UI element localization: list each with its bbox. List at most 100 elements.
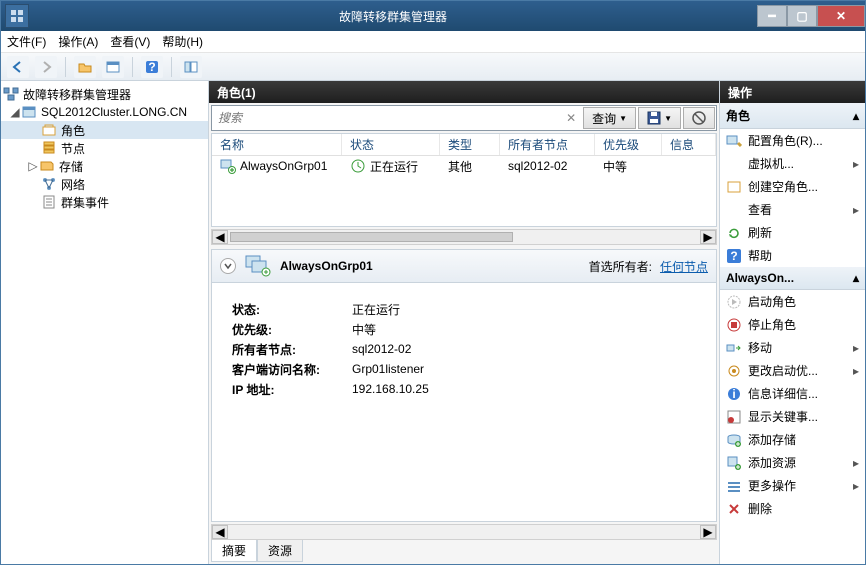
col-info[interactable]: 信息 (662, 134, 716, 155)
action-show-critical[interactable]: 显示关键事... (720, 405, 865, 428)
pref-owner-link[interactable]: 任何节点 (660, 258, 708, 275)
role-icon (220, 158, 236, 174)
tree-cluster-label: SQL2012Cluster.LONG.CN (41, 105, 187, 119)
tree-nodes[interactable]: 节点 (1, 139, 208, 157)
maximize-button[interactable]: ▢ (787, 5, 817, 27)
col-type[interactable]: 类型 (440, 134, 500, 155)
add-storage-icon (726, 432, 742, 448)
folder-up-button[interactable] (74, 56, 96, 78)
query-button[interactable]: 查询▼ (583, 107, 636, 129)
action-configure-role[interactable]: 配置角色(R)... (720, 129, 865, 152)
tree-network[interactable]: 网络 (1, 175, 208, 193)
tree-events[interactable]: 群集事件 (1, 193, 208, 211)
tree-roles[interactable]: 角色 (1, 121, 208, 139)
cluster-icon (21, 104, 37, 120)
gear-icon (726, 363, 742, 379)
h-scrollbar[interactable]: ◀▶ (211, 229, 717, 245)
col-status[interactable]: 状态 (342, 134, 440, 155)
d-priority-v: 中等 (352, 321, 376, 338)
d-ip-v: 192.168.10.25 (352, 382, 429, 396)
search-input[interactable] (212, 111, 560, 125)
d-priority-l: 优先级: (232, 321, 352, 338)
expand-icon[interactable]: ◢ (9, 105, 21, 119)
actions-header: 操作 (720, 81, 865, 103)
col-priority[interactable]: 优先级 (595, 134, 662, 155)
tree-root-label: 故障转移群集管理器 (23, 86, 131, 103)
menu-help[interactable]: 帮助(H) (162, 33, 203, 50)
col-owner[interactable]: 所有者节点 (500, 134, 595, 155)
action-add-resource[interactable]: 添加资源▸ (720, 451, 865, 474)
tree-storage[interactable]: ▷ 存储 (1, 157, 208, 175)
status-running-icon (350, 158, 366, 174)
tree-events-label: 群集事件 (61, 194, 109, 211)
action-refresh[interactable]: 刷新 (720, 221, 865, 244)
collapse-icon[interactable]: ▴ (853, 271, 859, 285)
tree-nodes-label: 节点 (61, 140, 85, 157)
menu-action[interactable]: 操作(A) (58, 33, 98, 50)
cell-owner: sql2012-02 (500, 159, 595, 173)
cell-type: 其他 (440, 158, 500, 175)
tree-root[interactable]: 故障转移群集管理器 (1, 85, 208, 103)
window-title: 故障转移群集管理器 (29, 8, 757, 25)
expand-icon[interactable]: ▷ (27, 159, 39, 173)
cell-priority: 中等 (595, 158, 662, 175)
action-help[interactable]: ?帮助 (720, 244, 865, 267)
start-icon (726, 294, 742, 310)
storage-icon (39, 158, 55, 174)
action-stop-role[interactable]: 停止角色 (720, 313, 865, 336)
save-button[interactable]: ▼ (638, 107, 681, 129)
help-button[interactable]: ? (141, 56, 163, 78)
add-resource-icon (726, 455, 742, 471)
action-create-empty[interactable]: 创建空角色... (720, 175, 865, 198)
separator (65, 57, 66, 77)
menu-view[interactable]: 查看(V) (110, 33, 150, 50)
svg-text:?: ? (730, 249, 737, 263)
move-icon (726, 340, 742, 356)
action-move[interactable]: 移动▸ (720, 336, 865, 359)
tree-cluster[interactable]: ◢ SQL2012Cluster.LONG.CN (1, 103, 208, 121)
h-scrollbar-2[interactable]: ◀▶ (211, 524, 717, 540)
vm-icon (726, 156, 742, 172)
separator (132, 57, 133, 77)
app-icon (5, 4, 29, 28)
close-button[interactable]: ✕ (817, 5, 865, 27)
col-name[interactable]: 名称 (212, 134, 342, 155)
nav-back-button[interactable] (7, 56, 29, 78)
tab-summary[interactable]: 摘要 (211, 540, 257, 562)
clear-button[interactable] (683, 107, 715, 129)
tab-resource[interactable]: 资源 (257, 540, 303, 562)
events-icon (41, 194, 57, 210)
tree-storage-label: 存储 (59, 158, 83, 175)
action-start-role[interactable]: 启动角色 (720, 290, 865, 313)
svg-text:?: ? (148, 60, 155, 74)
view-mode-button[interactable] (180, 56, 202, 78)
critical-icon (726, 409, 742, 425)
action-more-ops[interactable]: 更多操作▸ (720, 474, 865, 497)
d-status-v: 正在运行 (352, 301, 400, 318)
table-row[interactable]: AlwaysOnGrp01 正在运行 其他 sql2012-02 中等 (212, 156, 716, 176)
action-vm[interactable]: 虚拟机...▸ (720, 152, 865, 175)
tree-roles-label: 角色 (61, 122, 85, 139)
menu-file[interactable]: 文件(F) (7, 33, 46, 50)
network-icon (41, 176, 57, 192)
properties-button[interactable] (102, 56, 124, 78)
action-change-start[interactable]: 更改启动优...▸ (720, 359, 865, 382)
actions-section-always: AlwaysOn... (726, 271, 794, 285)
svg-text:i: i (732, 387, 735, 401)
nodes-icon (41, 140, 57, 156)
action-delete[interactable]: 删除 (720, 497, 865, 520)
nav-forward-button[interactable] (35, 56, 57, 78)
search-clear-icon[interactable]: ✕ (560, 111, 582, 125)
collapse-icon[interactable]: ▴ (853, 109, 859, 123)
collapse-toggle[interactable] (220, 258, 236, 274)
minimize-button[interactable]: ━ (757, 5, 787, 27)
role-stack-icon (244, 254, 272, 278)
info-icon: i (726, 386, 742, 402)
cluster-manager-icon (3, 86, 19, 102)
tree-network-label: 网络 (61, 176, 85, 193)
refresh-icon (726, 225, 742, 241)
action-view[interactable]: 查看▸ (720, 198, 865, 221)
cell-name: AlwaysOnGrp01 (240, 159, 327, 173)
action-add-storage[interactable]: 添加存储 (720, 428, 865, 451)
action-info-detail[interactable]: i信息详细信... (720, 382, 865, 405)
